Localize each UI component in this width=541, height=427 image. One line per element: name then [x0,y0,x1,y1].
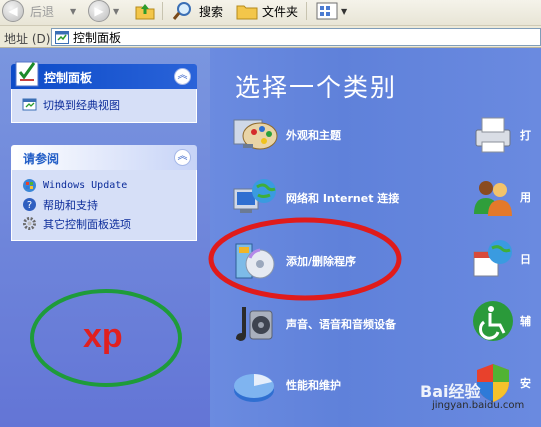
annotation-overlay [30,217,402,387]
baidu-watermark-url: jingyan.baidu.com [432,400,525,411]
baidu-watermark: Bai经验 [420,382,481,401]
red-highlight-circle [208,217,402,301]
xp-annotation-text: xp [83,317,123,355]
